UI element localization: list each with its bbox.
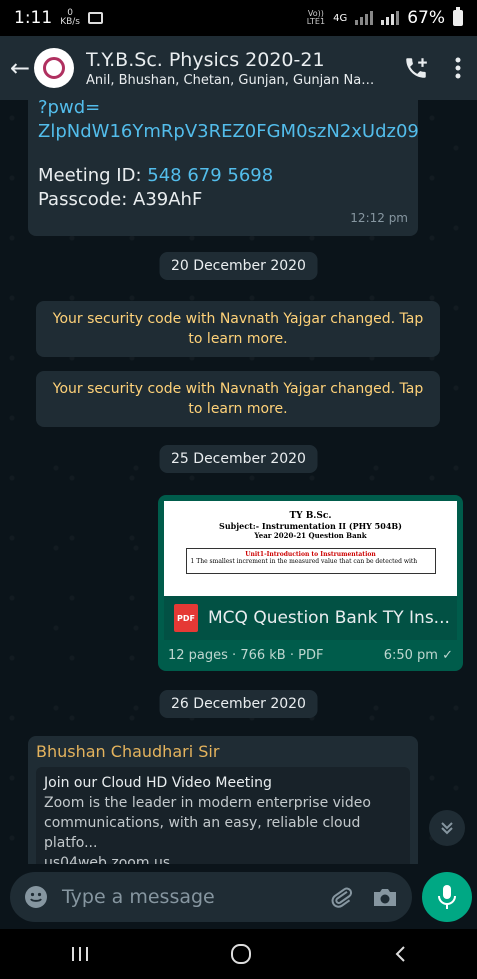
more-vert-icon[interactable] xyxy=(455,57,461,79)
meeting-id-link[interactable]: 548 679 5698 xyxy=(147,165,273,186)
chat-header: ← T.Y.B.Sc. Physics 2020-21 Anil, Bhusha… xyxy=(0,36,477,100)
scroll-down-button[interactable] xyxy=(429,810,465,846)
status-bar: 1:11 0 KB/s Vo)) LTE1 4G 67% xyxy=(0,0,477,36)
outgoing-document-message[interactable]: TY B.Sc. Subject:- Instrumentation II (P… xyxy=(158,495,463,671)
data-rate: 0 KB/s xyxy=(60,8,80,27)
back-arrow-icon[interactable]: ← xyxy=(0,54,30,82)
incoming-message[interactable]: ?pwd= ZlpNdW16YmRpV3REZ0FGM0szN2xUdz09 M… xyxy=(28,100,419,236)
chat-title: T.Y.B.Sc. Physics 2020-21 xyxy=(86,48,325,71)
date-chip: 25 December 2020 xyxy=(159,445,318,473)
date-chip: 26 December 2020 xyxy=(159,690,318,718)
link-preview[interactable]: Join our Cloud HD Video Meeting Zoom is … xyxy=(36,767,410,864)
incoming-message[interactable]: Bhushan Chaudhari Sir Join our Cloud HD … xyxy=(28,736,418,864)
document-meta: 12 pages · 766 kB · PDF xyxy=(168,648,324,663)
system-message[interactable]: Your security code with Navnath Yajgar c… xyxy=(36,301,440,357)
chat-title-block[interactable]: T.Y.B.Sc. Physics 2020-21 Anil, Bhushan,… xyxy=(86,49,376,88)
system-nav-bar xyxy=(0,929,477,979)
volte-indicator: Vo)) LTE1 xyxy=(306,9,326,26)
add-call-icon[interactable] xyxy=(403,55,429,81)
document-name: MCQ Question Bank TY Ins... xyxy=(208,608,450,628)
battery-percent: 67% xyxy=(407,8,445,28)
signal-icon xyxy=(355,11,374,25)
emoji-icon[interactable] xyxy=(24,885,48,909)
document-preview[interactable]: TY B.Sc. Subject:- Instrumentation II (P… xyxy=(164,501,457,596)
message-time: 12:12 pm xyxy=(350,211,408,225)
meeting-id-line: Meeting ID: 548 679 5698 xyxy=(38,165,274,186)
compose-bar: Type a message xyxy=(0,864,477,929)
back-nav-icon[interactable] xyxy=(393,945,407,963)
network-type: 4G xyxy=(333,12,348,24)
signal-icon-sim2 xyxy=(381,11,400,25)
message-input[interactable]: Type a message xyxy=(10,872,412,922)
date-chip: 20 December 2020 xyxy=(159,252,318,280)
mic-icon xyxy=(438,885,456,909)
link-preview-description: Zoom is the leader in modern enterprise … xyxy=(44,795,371,851)
chat-area[interactable]: ?pwd= ZlpNdW16YmRpV3REZ0FGM0szN2xUdz09 M… xyxy=(0,100,477,864)
pdf-icon: PDF xyxy=(174,604,198,632)
message-time: 6:50 pm ✓ xyxy=(383,648,453,663)
double-chevron-down-icon xyxy=(441,822,453,835)
meeting-link[interactable]: ?pwd= ZlpNdW16YmRpV3REZ0FGM0szN2xUdz09 xyxy=(38,100,419,144)
gallery-notification-icon xyxy=(88,12,103,24)
recent-apps-icon[interactable] xyxy=(70,945,90,963)
chat-participants: Anil, Bhushan, Chetan, Gunjan, Gunjan Na… xyxy=(86,72,376,88)
document-info[interactable]: PDF MCQ Question Bank TY Ins... xyxy=(164,596,457,640)
clock: 1:11 xyxy=(14,8,53,28)
link-preview-domain: us04web.zoom.us xyxy=(44,855,171,864)
system-message[interactable]: Your security code with Navnath Yajgar c… xyxy=(36,371,440,427)
link-preview-title: Join our Cloud HD Video Meeting xyxy=(44,775,272,791)
mic-button[interactable] xyxy=(422,872,472,922)
attach-icon[interactable] xyxy=(330,885,354,909)
home-icon[interactable] xyxy=(230,943,252,965)
camera-icon[interactable] xyxy=(372,885,398,909)
sender-name[interactable]: Bhushan Chaudhari Sir xyxy=(36,742,410,761)
battery-icon xyxy=(453,7,463,26)
group-avatar[interactable] xyxy=(34,48,74,88)
message-placeholder: Type a message xyxy=(62,886,215,908)
